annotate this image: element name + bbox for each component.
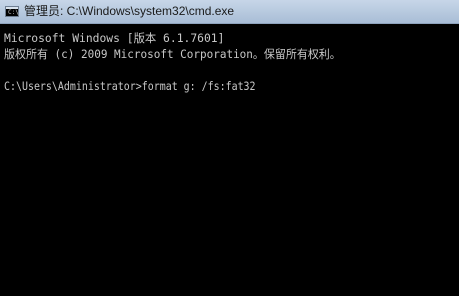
console-output-area[interactable]: Microsoft Windows [版本 6.1.7601] 版权所有 (c)… — [0, 24, 459, 296]
console-line-blank — [4, 62, 459, 78]
cmd-icon[interactable]: C:\ — [5, 6, 19, 17]
command-prompt-window[interactable]: C:\ 管理员: C:\Windows\system32\cmd.exe Mic… — [0, 0, 459, 296]
window-title: 管理员: C:\Windows\system32\cmd.exe — [24, 4, 235, 18]
console-line-copyright: 版权所有 (c) 2009 Microsoft Corporation。保留所有… — [4, 47, 341, 61]
console-line-command: C:\Users\Administrator>format g: /fs:fat… — [4, 79, 256, 93]
cmd-icon-prompt: C:\ — [8, 9, 19, 16]
console-line-version: Microsoft Windows [版本 6.1.7601] — [4, 31, 225, 45]
title-bar[interactable]: C:\ 管理员: C:\Windows\system32\cmd.exe — [0, 0, 459, 24]
